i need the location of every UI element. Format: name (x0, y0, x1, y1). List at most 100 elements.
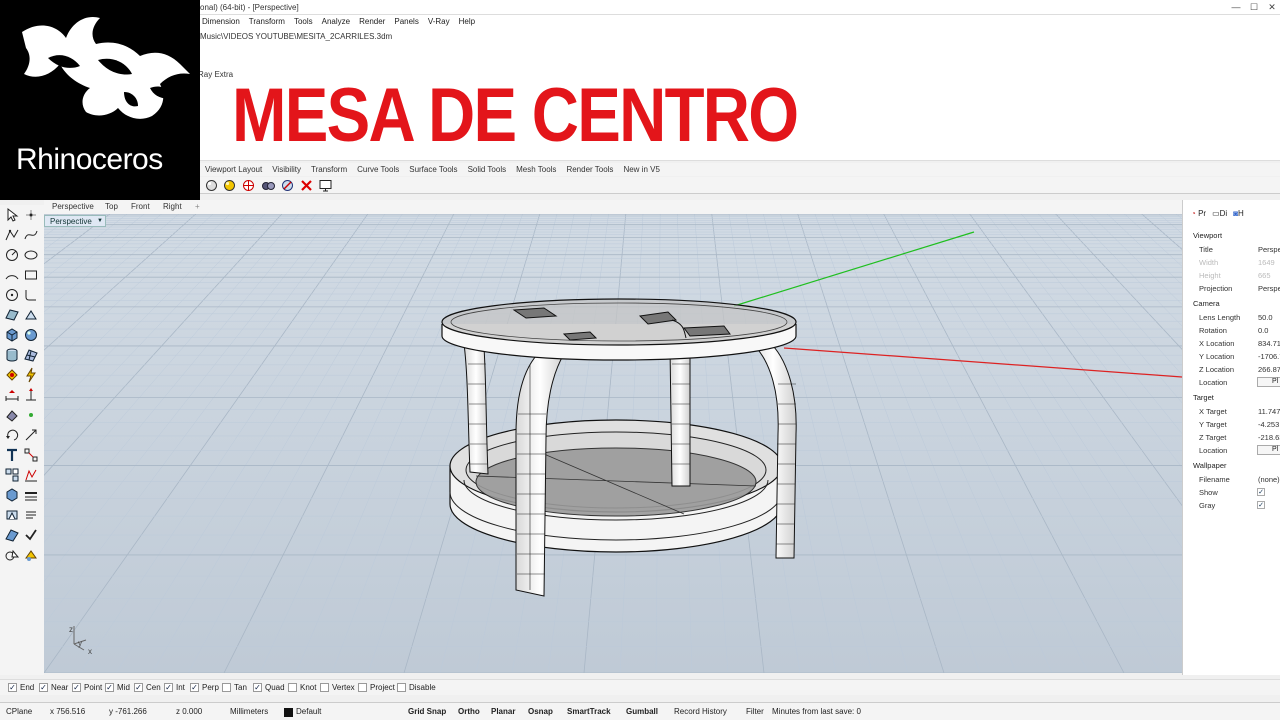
line-thickness-icon[interactable] (23, 487, 39, 503)
paint-icon[interactable] (4, 407, 20, 423)
current-layer[interactable]: Default (296, 707, 321, 716)
group-icon[interactable] (4, 467, 20, 483)
prop-projection-value[interactable]: Perspec (1258, 284, 1280, 293)
viewport-canvas[interactable]: z y x (44, 214, 1182, 673)
panel-tab-properties[interactable]: ◔ Pr (1191, 209, 1206, 218)
osnap-int-checkbox[interactable]: ✓ (164, 683, 173, 692)
panel-tab-help[interactable]: ◙H (1233, 209, 1244, 218)
prop-filename-value[interactable]: (none) (1258, 475, 1280, 484)
osnap-perp[interactable]: ✓ Perp (190, 683, 219, 692)
osnap-quad-checkbox[interactable]: ✓ (253, 683, 262, 692)
prop-rotation-value[interactable]: 0.0 (1258, 326, 1268, 335)
tab-perspective[interactable]: Perspective (52, 202, 94, 211)
point-icon[interactable] (23, 207, 39, 223)
osnap-vertex[interactable]: Vertex (320, 683, 355, 692)
tab-render-tools[interactable]: Render Tools (566, 163, 613, 176)
properties-icon[interactable] (23, 507, 39, 523)
osnap-vertex-checkbox[interactable] (320, 683, 329, 692)
render-icon[interactable] (4, 507, 20, 523)
add-viewport-tab-icon[interactable]: + (195, 202, 200, 211)
boolean-icon[interactable] (4, 367, 20, 383)
material-icon[interactable] (23, 547, 39, 563)
scale-icon[interactable] (23, 427, 39, 443)
menu-analyze[interactable]: Analyze (322, 17, 350, 26)
planar-toggle[interactable]: Planar (491, 707, 515, 716)
osnap-end-checkbox[interactable]: ✓ (8, 683, 17, 692)
set-cplane-icon[interactable] (242, 179, 255, 192)
curve-points-icon[interactable] (23, 227, 39, 243)
osnap-perp-checkbox[interactable]: ✓ (190, 683, 199, 692)
prop-lens-value[interactable]: 50.0 (1258, 313, 1273, 322)
dimension-icon[interactable] (4, 387, 20, 403)
osnap-near[interactable]: ✓ Near (39, 683, 68, 692)
mesh-icon[interactable] (23, 347, 39, 363)
gumball-icon[interactable] (23, 387, 39, 403)
spheres-icon[interactable] (262, 179, 275, 192)
prop-title-value[interactable]: Perspe (1258, 245, 1280, 254)
rotate-icon[interactable] (4, 427, 20, 443)
check-icon[interactable] (23, 527, 39, 543)
osnap-point-checkbox[interactable]: ✓ (72, 683, 81, 692)
tab-transform[interactable]: Transform (311, 163, 347, 176)
prop-y-location-value[interactable]: -1706.7 (1258, 352, 1280, 361)
osnap-mid-checkbox[interactable]: ✓ (105, 683, 114, 692)
prop-x-target-value[interactable]: 11.747 (1258, 407, 1280, 416)
polyline-icon[interactable] (4, 227, 20, 243)
camera-place-button[interactable]: Pl (1257, 377, 1280, 387)
viewport-title-tab[interactable]: Perspective ▼ (44, 215, 106, 227)
tab-solid-tools[interactable]: Solid Tools (468, 163, 507, 176)
prop-y-target-value[interactable]: -4.253 (1258, 420, 1279, 429)
osnap-mid[interactable]: ✓ Mid (105, 683, 130, 692)
target-place-button[interactable]: Pl (1257, 445, 1280, 455)
units-display[interactable]: Millimeters (230, 707, 268, 716)
minimize-icon[interactable]: — (1230, 2, 1242, 12)
osnap-project-checkbox[interactable] (358, 683, 367, 692)
array-icon[interactable] (23, 447, 39, 463)
extrude-icon[interactable] (23, 307, 39, 323)
cylinder-icon[interactable] (4, 347, 20, 363)
osnap-disable[interactable]: Disable (397, 683, 436, 692)
smarttrack-toggle[interactable]: SmartTrack (567, 707, 611, 716)
monitor-icon[interactable] (319, 179, 332, 192)
tab-visibility[interactable]: Visibility (272, 163, 301, 176)
viewport-menu-arrow-icon[interactable]: ▼ (97, 218, 103, 224)
osnap-end[interactable]: ✓ End (8, 683, 34, 692)
tab-surface-tools[interactable]: Surface Tools (409, 163, 457, 176)
section-icon[interactable] (4, 527, 20, 543)
ortho-toggle[interactable]: Ortho (458, 707, 480, 716)
osnap-tan[interactable]: Tan (222, 683, 247, 692)
block-icon[interactable] (4, 487, 20, 503)
prop-z-target-value[interactable]: -218.63 (1258, 433, 1280, 442)
show-checkbox[interactable]: ✓ (1257, 488, 1265, 496)
lightning-icon[interactable] (23, 367, 39, 383)
osnap-int[interactable]: ✓ Int (164, 683, 185, 692)
tab-front[interactable]: Front (131, 202, 150, 211)
rectangle-icon[interactable] (23, 267, 39, 283)
record-history-toggle[interactable]: Record History (674, 707, 727, 716)
menu-render[interactable]: Render (359, 17, 385, 26)
prop-z-location-value[interactable]: 266.87 (1258, 365, 1280, 374)
osnap-knot-checkbox[interactable] (288, 683, 297, 692)
tab-right[interactable]: Right (163, 202, 182, 211)
dot-icon[interactable] (23, 407, 39, 423)
tab-mesh-tools[interactable]: Mesh Tools (516, 163, 556, 176)
osnap-knot[interactable]: Knot (288, 683, 316, 692)
gray-checkbox[interactable]: ✓ (1257, 501, 1265, 509)
tab-viewport-layout[interactable]: Viewport Layout (205, 163, 262, 176)
tab-top[interactable]: Top (105, 202, 118, 211)
tab-curve-tools[interactable]: Curve Tools (357, 163, 399, 176)
gumball-toggle[interactable]: Gumball (626, 707, 658, 716)
osnap-near-checkbox[interactable]: ✓ (39, 683, 48, 692)
osnap-quad[interactable]: ✓ Quad (253, 683, 285, 692)
select-arrow-icon[interactable] (4, 207, 20, 223)
menu-transform[interactable]: Transform (249, 17, 285, 26)
delete-cross-icon[interactable] (300, 179, 313, 192)
surface-icon[interactable] (4, 307, 20, 323)
menu-help[interactable]: Help (459, 17, 475, 26)
circle-icon[interactable] (4, 247, 20, 263)
menu-tools[interactable]: Tools (294, 17, 313, 26)
osnap-toggle[interactable]: Osnap (528, 707, 553, 716)
arrows-icon[interactable] (281, 179, 294, 192)
fillet-icon[interactable] (23, 287, 39, 303)
grid-snap-toggle[interactable]: Grid Snap (408, 707, 446, 716)
